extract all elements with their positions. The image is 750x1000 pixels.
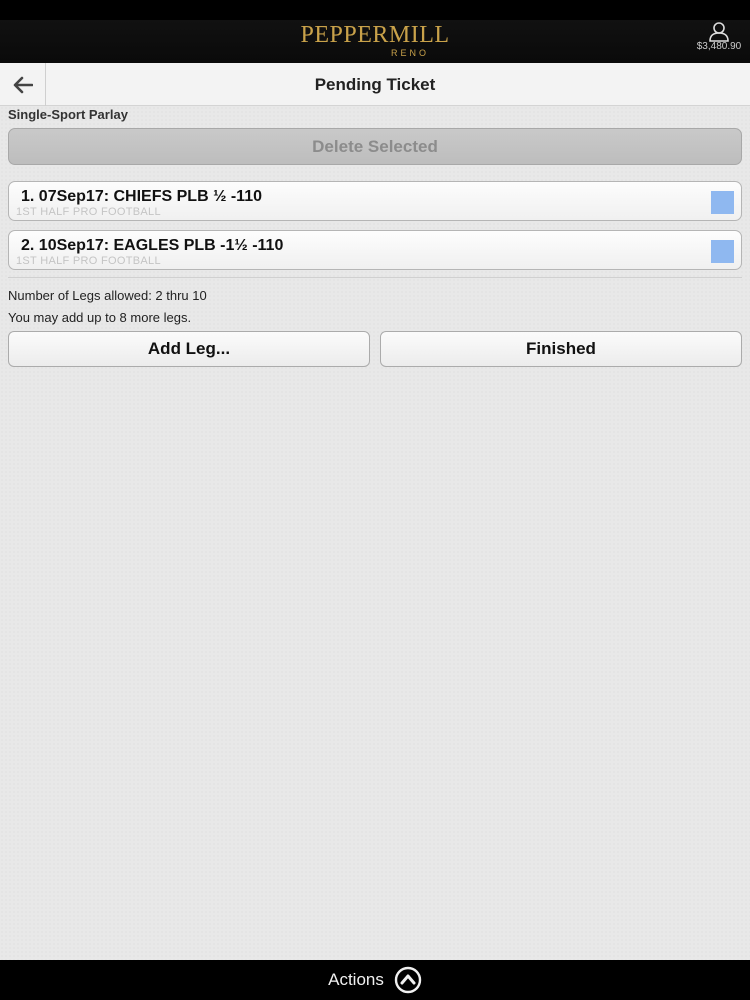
legs-allowed-text: Number of Legs allowed: 2 thru 10 bbox=[8, 288, 207, 303]
account-balance: $3,480.90 bbox=[696, 41, 742, 52]
logo-main-text: PEPPERMILL bbox=[300, 22, 450, 48]
legs-remaining-text: You may add up to 8 more legs. bbox=[8, 310, 192, 325]
leg-checkbox[interactable] bbox=[711, 240, 734, 263]
actions-label: Actions bbox=[328, 970, 384, 989]
leg-title: 1. 07Sep17: CHIEFS PLB ½ -110 bbox=[21, 188, 262, 205]
ticket-leg-1[interactable]: 1. 07Sep17: CHIEFS PLB ½ -110 1ST HALF P… bbox=[8, 181, 742, 221]
user-icon bbox=[709, 22, 729, 42]
actions-bar[interactable]: Actions bbox=[0, 960, 750, 1000]
page-title: Pending Ticket bbox=[314, 75, 436, 94]
ticket-content: Single-Sport Parlay Delete Selected 1. 0… bbox=[0, 106, 750, 960]
leg-subtitle: 1ST HALF PRO FOOTBALL bbox=[16, 206, 161, 218]
add-leg-button[interactable]: Add Leg... bbox=[8, 331, 370, 367]
top-bar: PEPPERMILL RENO $3,480.90 bbox=[0, 0, 750, 63]
peppermill-logo: PEPPERMILL RENO bbox=[0, 20, 750, 58]
ticket-leg-2[interactable]: 2. 10Sep17: EAGLES PLB -1½ -110 1ST HALF… bbox=[8, 230, 742, 270]
logo-sub-text: RENO bbox=[390, 48, 429, 58]
leg-checkbox[interactable] bbox=[711, 191, 734, 214]
leg-title: 2. 10Sep17: EAGLES PLB -1½ -110 bbox=[21, 237, 284, 254]
parlay-type-label: Single-Sport Parlay bbox=[8, 107, 128, 122]
leg-subtitle: 1ST HALF PRO FOOTBALL bbox=[16, 255, 161, 267]
account-button[interactable]: $3,480.90 bbox=[692, 22, 746, 60]
nav-bar: Pending Ticket bbox=[0, 63, 750, 106]
finished-button[interactable]: Finished bbox=[380, 331, 742, 367]
divider bbox=[8, 277, 742, 278]
delete-selected-button[interactable]: Delete Selected bbox=[8, 128, 742, 165]
chevron-up-circle-icon[interactable] bbox=[394, 966, 422, 994]
